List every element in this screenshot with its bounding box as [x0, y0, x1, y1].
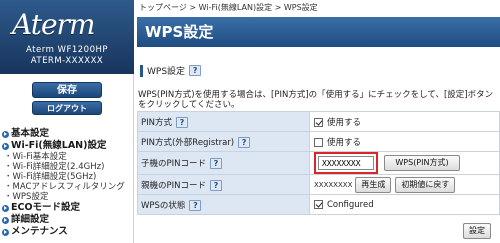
save-button[interactable]: 保存 — [32, 82, 102, 98]
wps-pin-button[interactable]: WPS(PIN方式) — [384, 155, 460, 171]
regenerate-button[interactable]: 再生成 — [355, 176, 392, 193]
nav-wifi-basic[interactable]: Wi-Fi基本設定 — [2, 152, 132, 162]
logo-band: Aterm Aterm WF1200HP ATERM-XXXXXX — [0, 0, 134, 74]
help-icon[interactable]: ? — [210, 179, 222, 191]
nav-basic-settings[interactable]: 基本設定 — [2, 128, 132, 140]
arrow-bullet-icon — [2, 228, 9, 236]
help-icon[interactable]: ? — [176, 116, 188, 128]
parent-pin-label: 親機のPINコード — [141, 180, 206, 191]
breadcrumb-home[interactable]: トップページ — [139, 3, 187, 12]
nav-eco-mode[interactable]: ECOモード設定 — [2, 202, 132, 214]
aterm-logo: Aterm — [12, 8, 95, 41]
sidebar-nav: 基本設定 Wi-Fi(無線LAN)設定 Wi-Fi基本設定 Wi-Fi詳細設定(… — [2, 128, 132, 238]
logout-button[interactable]: ログアウト — [32, 101, 102, 115]
breadcrumb-separator: > — [274, 3, 282, 12]
pin-external-label-cell: PIN方式(外部Registrar)? — [137, 131, 310, 152]
breadcrumb-current: WPS設定 — [283, 3, 318, 12]
model-info: Aterm WF1200HP ATERM-XXXXXX — [0, 45, 134, 67]
nav-mac-filter[interactable]: MACアドレスフィルタリング — [2, 182, 132, 192]
breadcrumb: トップページ > Wi-Fi(無線LAN)設定 > WPS設定 — [139, 2, 318, 13]
child-pin-label-cell: 子機のPINコード? — [137, 151, 310, 175]
row-child-pin: 子機のPINコード? WPS(PIN方式) — [137, 151, 500, 175]
parent-pin-value-cell: XXXXXXXX 再生成 初期値に戻す — [309, 174, 500, 195]
pin-method-option: 使用する — [327, 117, 362, 128]
section-heading: WPS設定 ? — [140, 64, 202, 77]
apply-button[interactable]: 設定 — [463, 223, 491, 239]
nav-maintenance[interactable]: メンテナンス — [2, 226, 132, 238]
wps-state-checkbox[interactable] — [314, 199, 323, 209]
row-pin-external: PIN方式(外部Registrar)? 使用する — [137, 131, 500, 152]
pin-external-label: PIN方式(外部Registrar) — [141, 137, 235, 148]
child-pin-value-cell: WPS(PIN方式) — [309, 151, 500, 175]
row-wps-state: WPSの状態? Configured — [137, 194, 500, 215]
page-title: WPS設定 — [137, 17, 500, 47]
wps-state-label: WPSの状態 — [141, 200, 186, 211]
wps-state-label-cell: WPSの状態? — [137, 194, 310, 215]
pin-method-label: PIN方式 — [141, 117, 172, 128]
pin-external-option: 使用する — [327, 137, 362, 148]
breadcrumb-wifi[interactable]: Wi-Fi(無線LAN)設定 — [199, 3, 272, 12]
help-icon[interactable]: ? — [189, 199, 202, 211]
help-icon[interactable]: ? — [189, 65, 202, 76]
wps-state-option: Configured — [327, 199, 374, 210]
description-text: WPS(PIN方式)を使用する場合は、[PIN方式]の「使用する」にチェックをし… — [138, 90, 494, 110]
model-name: Aterm WF1200HP — [26, 45, 108, 55]
parent-pin-label-cell: 親機のPINコード? — [137, 174, 310, 195]
wps-settings-table: PIN方式? 使用する PIN方式(外部Registrar)? 使用する 子機の… — [137, 111, 500, 215]
pin-external-value-cell: 使用する — [309, 131, 500, 152]
help-icon[interactable]: ? — [238, 136, 251, 148]
help-icon[interactable]: ? — [210, 158, 222, 169]
child-pin-input[interactable] — [318, 156, 374, 170]
sidebar: Aterm Aterm WF1200HP ATERM-XXXXXX 保存 ログア… — [0, 0, 134, 243]
arrow-bullet-icon — [2, 130, 9, 138]
nav-wifi-detail-5[interactable]: Wi-Fi詳細設定(5GHz) — [2, 172, 132, 182]
parent-pin-value: XXXXXXXX — [314, 180, 353, 189]
pin-method-label-cell: PIN方式? — [137, 111, 310, 132]
pin-external-checkbox[interactable] — [314, 137, 323, 147]
nav-wps-settings[interactable]: WPS設定 — [2, 192, 132, 202]
arrow-bullet-icon — [2, 142, 9, 150]
device-id: ATERM-XXXXXX — [30, 56, 104, 66]
child-pin-highlight — [314, 152, 378, 174]
nav-wifi-detail-24[interactable]: Wi-Fi詳細設定(2.4GHz) — [2, 162, 132, 172]
arrow-bullet-icon — [2, 216, 9, 224]
pin-method-value-cell: 使用する — [309, 111, 500, 132]
row-pin-method: PIN方式? 使用する — [137, 111, 500, 132]
nav-wifi-settings[interactable]: Wi-Fi(無線LAN)設定 — [2, 140, 132, 152]
section-marker — [140, 64, 143, 77]
wps-state-value-cell: Configured — [309, 194, 500, 215]
reset-default-button[interactable]: 初期値に戻す — [395, 176, 456, 193]
child-pin-label: 子機のPINコード — [141, 159, 206, 169]
section-title: WPS設定 — [147, 67, 186, 77]
row-parent-pin: 親機のPINコード? XXXXXXXX 再生成 初期値に戻す — [137, 174, 500, 195]
nav-advanced-settings[interactable]: 詳細設定 — [2, 214, 132, 226]
breadcrumb-separator: > — [189, 3, 197, 12]
arrow-bullet-icon — [2, 204, 9, 212]
pin-method-checkbox[interactable] — [314, 117, 323, 127]
